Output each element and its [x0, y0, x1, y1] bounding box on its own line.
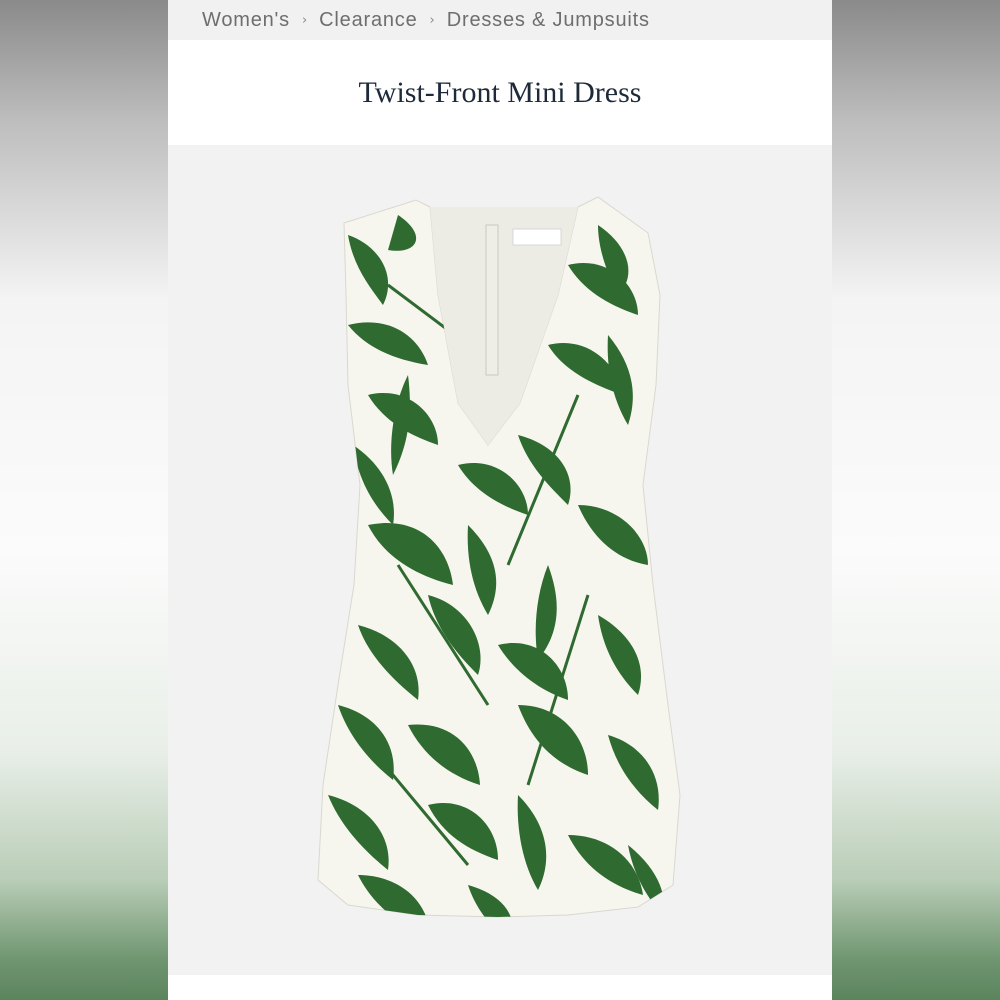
left-blurred-background [0, 0, 168, 1000]
breadcrumb-womens[interactable]: Women's [202, 9, 290, 32]
zipper [485, 224, 499, 376]
chevron-right-icon: › [301, 12, 308, 28]
product-page: Women's › Clearance › Dresses & Jumpsuit… [168, 0, 832, 1000]
title-area: Twist-Front Mini Dress [168, 40, 832, 145]
dress-illustration [317, 196, 681, 918]
chevron-right-icon: › [429, 12, 435, 28]
label-tag [512, 228, 562, 246]
product-image[interactable] [168, 145, 832, 975]
page-title: Twist-Front Mini Dress [358, 75, 642, 109]
breadcrumb: Women's › Clearance › Dresses & Jumpsuit… [168, 0, 832, 40]
screenshot-frame: Women's › Clearance › Dresses & Jumpsuit… [0, 0, 1000, 1000]
breadcrumb-clearance[interactable]: Clearance [319, 9, 417, 32]
right-blurred-background [832, 0, 1000, 1000]
breadcrumb-dresses-jumpsuits[interactable]: Dresses & Jumpsuits [447, 9, 650, 32]
